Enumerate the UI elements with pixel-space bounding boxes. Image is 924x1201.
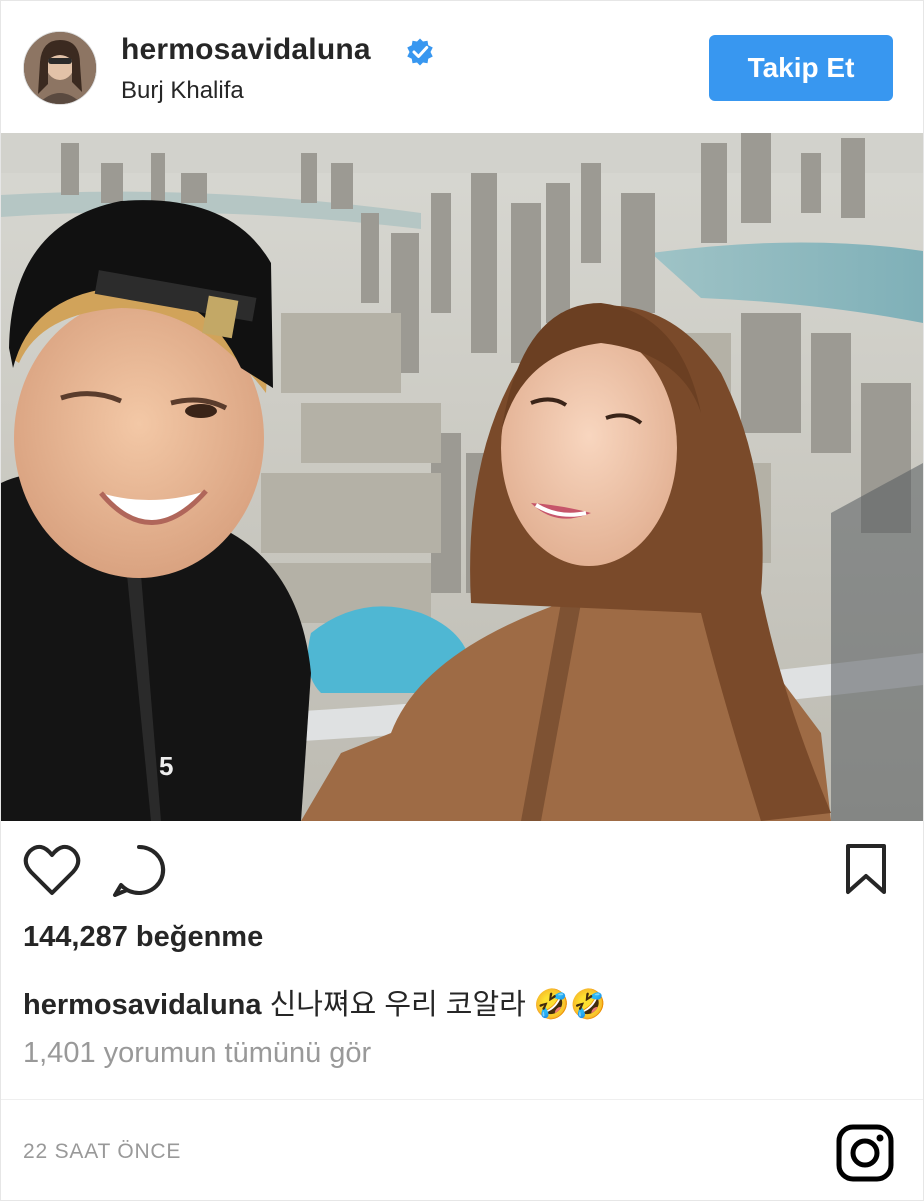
instagram-logo-icon[interactable] — [835, 1123, 895, 1183]
instagram-post-card: hermosavidaluna Burj Khalifa Takip Et 5 … — [0, 0, 924, 1201]
comment-icon[interactable] — [111, 843, 167, 899]
caption: hermosavidaluna 신나쪄요 우리 코알라 🤣🤣 — [23, 981, 606, 1023]
divider — [1, 1099, 923, 1100]
heart-icon[interactable] — [23, 843, 81, 897]
follow-button[interactable]: Takip Et — [709, 35, 893, 101]
avatar[interactable] — [23, 31, 97, 105]
bookmark-icon[interactable] — [845, 843, 887, 895]
likes-count[interactable]: 144,287 beğenme — [23, 921, 263, 954]
svg-text:5: 5 — [159, 751, 173, 781]
username[interactable]: hermosavidaluna — [121, 33, 371, 67]
post-photo[interactable]: 5 — [1, 133, 923, 821]
view-all-comments-link[interactable]: 1,401 yorumun tümünü gör — [23, 1037, 371, 1070]
caption-text: 신나쪄요 우리 코알라 🤣🤣 — [269, 989, 607, 1021]
action-bar — [1, 821, 923, 921]
post-timestamp: 22 SAAT ÖNCE — [23, 1140, 182, 1163]
verified-badge-icon — [407, 38, 433, 66]
caption-username[interactable]: hermosavidaluna — [23, 989, 262, 1021]
post-header: hermosavidaluna Burj Khalifa Takip Et — [1, 1, 923, 133]
location-label[interactable]: Burj Khalifa — [121, 77, 244, 105]
